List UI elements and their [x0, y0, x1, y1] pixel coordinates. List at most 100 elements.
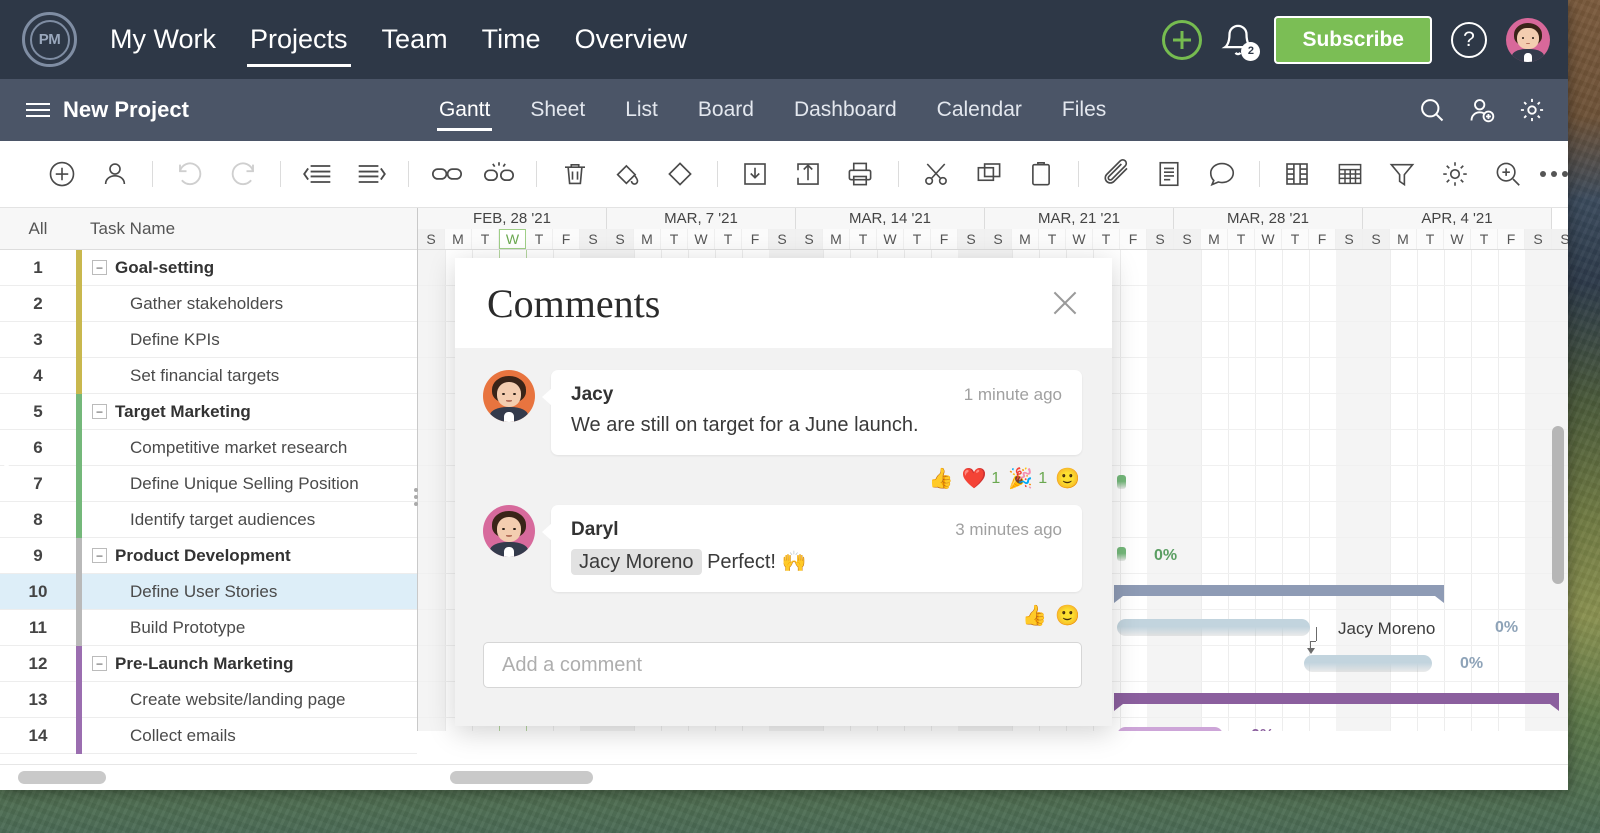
- grid-icon[interactable]: [1324, 152, 1377, 196]
- panel-splitter-handle[interactable]: [414, 488, 423, 506]
- gantt-task-bar[interactable]: [1304, 655, 1432, 672]
- add-user-icon[interactable]: [1468, 96, 1496, 124]
- unlink-tasks-icon[interactable]: [473, 152, 526, 196]
- tab-dashboard[interactable]: Dashboard: [774, 79, 917, 141]
- table-row[interactable]: 1 − Goal-setting: [0, 249, 417, 286]
- task-name-cell[interactable]: Define KPIs: [82, 330, 220, 350]
- column-header-task-name[interactable]: Task Name: [76, 219, 175, 239]
- table-row[interactable]: 11 Build Prototype: [0, 609, 417, 646]
- collapse-toggle-icon[interactable]: −: [92, 260, 107, 275]
- import-icon[interactable]: [729, 152, 782, 196]
- vertical-scrollbar[interactable]: [1552, 426, 1564, 584]
- task-name-cell[interactable]: Create website/landing page: [82, 690, 345, 710]
- add-reaction-icon[interactable]: 🙂: [1055, 606, 1080, 626]
- redo-icon[interactable]: [217, 152, 270, 196]
- export-icon[interactable]: [782, 152, 835, 196]
- zoom-in-icon[interactable]: [1481, 152, 1534, 196]
- notes-icon[interactable]: [1143, 152, 1196, 196]
- columns-icon[interactable]: [1271, 152, 1324, 196]
- task-name-cell[interactable]: Gather stakeholders: [82, 294, 283, 314]
- search-icon[interactable]: [1418, 96, 1446, 124]
- gantt-summary-bar[interactable]: [1114, 693, 1559, 711]
- task-name-cell[interactable]: Define Unique Selling Position: [82, 474, 359, 494]
- hamburger-menu-icon[interactable]: [26, 103, 50, 117]
- gantt-task-bar[interactable]: [1117, 475, 1126, 489]
- print-icon[interactable]: [834, 152, 887, 196]
- table-row[interactable]: 6 Competitive market research: [0, 429, 417, 466]
- table-row[interactable]: 4 Set financial targets: [0, 357, 417, 394]
- column-header-all[interactable]: All: [0, 219, 76, 239]
- topnav-link-my-work[interactable]: My Work: [93, 0, 233, 79]
- row-drag-handle[interactable]: [4, 454, 12, 475]
- task-name-cell[interactable]: Build Prototype: [82, 618, 245, 638]
- assign-resource-icon[interactable]: [89, 152, 142, 196]
- app-logo[interactable]: PM: [22, 12, 77, 67]
- task-name-cell[interactable]: − Product Development: [82, 546, 291, 566]
- table-row[interactable]: 13 Create website/landing page: [0, 681, 417, 718]
- tab-files[interactable]: Files: [1042, 79, 1126, 141]
- filter-icon[interactable]: [1376, 152, 1429, 196]
- subscribe-button[interactable]: Subscribe: [1274, 15, 1432, 64]
- task-name-cell[interactable]: Competitive market research: [82, 438, 347, 458]
- add-comment-input[interactable]: [483, 642, 1082, 688]
- indent-icon[interactable]: [345, 152, 398, 196]
- task-name-cell[interactable]: Collect emails: [82, 726, 236, 746]
- table-row[interactable]: 10 Define User Stories: [0, 573, 417, 610]
- user-avatar[interactable]: [1506, 17, 1550, 62]
- table-row[interactable]: 14 Collect emails: [0, 717, 417, 754]
- close-icon[interactable]: [1050, 288, 1080, 318]
- bell-icon[interactable]: 2: [1221, 20, 1261, 61]
- comment-mention[interactable]: Jacy Moreno: [571, 549, 702, 575]
- comment-icon[interactable]: [1195, 152, 1248, 196]
- collapse-toggle-icon[interactable]: −: [92, 656, 107, 671]
- task-name-cell[interactable]: Identify target audiences: [82, 510, 315, 530]
- paste-icon[interactable]: [1015, 152, 1068, 196]
- plus-circle-icon[interactable]: [1162, 19, 1203, 60]
- task-name-cell[interactable]: Define User Stories: [82, 582, 277, 602]
- question-mark-icon[interactable]: ?: [1451, 21, 1487, 58]
- more-icon[interactable]: [1539, 171, 1568, 177]
- gantt-horizontal-scrollbar[interactable]: [450, 771, 593, 784]
- add-task-icon[interactable]: [36, 152, 89, 196]
- table-row[interactable]: 5 − Target Marketing: [0, 393, 417, 430]
- cut-icon[interactable]: [910, 152, 963, 196]
- topnav-link-time[interactable]: Time: [465, 0, 558, 79]
- settings-icon[interactable]: [1429, 152, 1482, 196]
- topnav-link-overview[interactable]: Overview: [558, 0, 705, 79]
- outdent-icon[interactable]: [292, 152, 345, 196]
- heart-icon[interactable]: ❤️ 1: [961, 469, 1000, 489]
- task-name-cell[interactable]: − Goal-setting: [82, 258, 214, 278]
- gantt-task-bar[interactable]: [1117, 727, 1223, 731]
- tab-calendar[interactable]: Calendar: [917, 79, 1042, 141]
- link-tasks-icon[interactable]: [420, 152, 473, 196]
- gantt-task-bar[interactable]: [1117, 619, 1310, 636]
- party-popper-icon[interactable]: 🎉 1: [1008, 469, 1047, 489]
- table-row[interactable]: 9 − Product Development: [0, 537, 417, 574]
- table-row[interactable]: 7 Define Unique Selling Position: [0, 465, 417, 502]
- table-row[interactable]: 8 Identify target audiences: [0, 501, 417, 538]
- tab-list[interactable]: List: [605, 79, 678, 141]
- topnav-link-team[interactable]: Team: [365, 0, 465, 79]
- milestone-icon[interactable]: [654, 152, 707, 196]
- gantt-task-bar[interactable]: [1117, 547, 1126, 561]
- undo-icon[interactable]: [164, 152, 217, 196]
- gear-icon[interactable]: [1518, 96, 1546, 124]
- add-reaction-icon[interactable]: 🙂: [1055, 469, 1080, 489]
- gantt-summary-bar[interactable]: [1114, 585, 1444, 603]
- attachment-icon[interactable]: [1090, 152, 1143, 196]
- tab-sheet[interactable]: Sheet: [510, 79, 605, 141]
- table-row[interactable]: 12 − Pre-Launch Marketing: [0, 645, 417, 682]
- task-name-cell[interactable]: Set financial targets: [82, 366, 279, 386]
- collapse-toggle-icon[interactable]: −: [92, 404, 107, 419]
- table-row[interactable]: 2 Gather stakeholders: [0, 285, 417, 322]
- copy-icon[interactable]: [962, 152, 1015, 196]
- tab-gantt[interactable]: Gantt: [419, 79, 510, 141]
- table-row[interactable]: 3 Define KPIs: [0, 321, 417, 358]
- thumbs-up-icon[interactable]: 👍: [1022, 606, 1047, 626]
- task-name-cell[interactable]: − Pre-Launch Marketing: [82, 654, 294, 674]
- task-table-horizontal-scrollbar[interactable]: [18, 771, 106, 784]
- collapse-toggle-icon[interactable]: −: [92, 548, 107, 563]
- delete-icon[interactable]: [548, 152, 601, 196]
- task-name-cell[interactable]: − Target Marketing: [82, 402, 251, 422]
- fill-color-icon[interactable]: [601, 152, 654, 196]
